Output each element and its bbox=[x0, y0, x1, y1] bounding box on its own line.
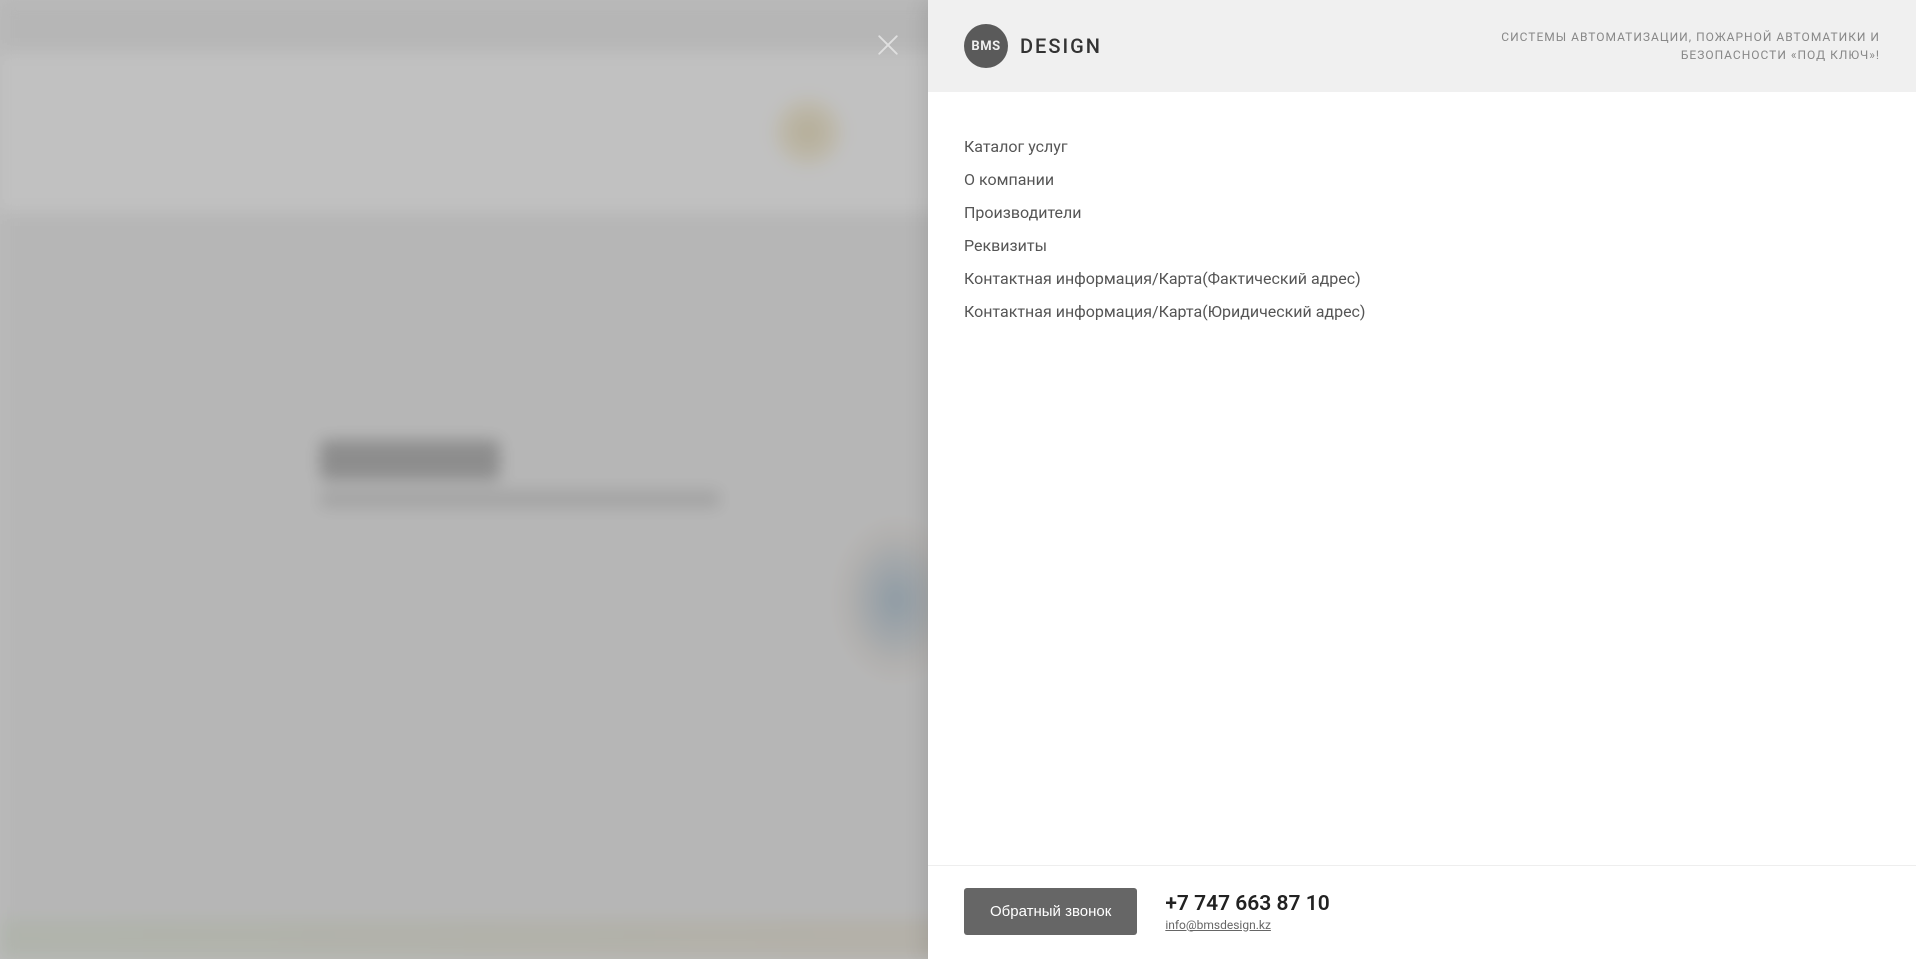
contact-block: +7 747 663 87 10 info@bmsdesign.kz bbox=[1165, 892, 1329, 932]
email-link[interactable]: info@bmsdesign.kz bbox=[1165, 918, 1329, 932]
nav-item-contact-actual[interactable]: Контактная информация/Карта(Фактический … bbox=[964, 262, 1880, 295]
panel-header: BMS DESIGN СИСТЕМЫ АВТОМАТИЗАЦИИ, ПОЖАРН… bbox=[928, 0, 1916, 92]
callback-button[interactable]: Обратный звонок bbox=[964, 888, 1137, 935]
nav-item-contact-legal[interactable]: Контактная информация/Карта(Юридический … bbox=[964, 295, 1880, 328]
panel-footer: Обратный звонок +7 747 663 87 10 info@bm… bbox=[928, 865, 1916, 959]
nav-item-catalog[interactable]: Каталог услуг bbox=[964, 130, 1880, 163]
logo-badge: BMS bbox=[964, 24, 1008, 68]
logo-text: DESIGN bbox=[1020, 34, 1102, 58]
nav-item-about[interactable]: О компании bbox=[964, 163, 1880, 196]
side-navigation-panel: BMS DESIGN СИСТЕМЫ АВТОМАТИЗАЦИИ, ПОЖАРН… bbox=[928, 0, 1916, 959]
close-icon bbox=[873, 30, 903, 60]
nav-list: Каталог услуг О компании Производители Р… bbox=[964, 130, 1880, 328]
nav-item-manufacturers[interactable]: Производители bbox=[964, 196, 1880, 229]
close-button[interactable] bbox=[870, 27, 906, 63]
panel-nav: Каталог услуг О компании Производители Р… bbox=[928, 92, 1916, 865]
header-tagline: СИСТЕМЫ АВТОМАТИЗАЦИИ, ПОЖАРНОЙ АВТОМАТИ… bbox=[1501, 28, 1880, 64]
phone-link[interactable]: +7 747 663 87 10 bbox=[1165, 892, 1329, 916]
tagline-line2: БЕЗОПАСНОСТИ «ПОД КЛЮЧ»! bbox=[1681, 48, 1880, 62]
nav-item-requisites[interactable]: Реквизиты bbox=[964, 229, 1880, 262]
tagline-line1: СИСТЕМЫ АВТОМАТИЗАЦИИ, ПОЖАРНОЙ АВТОМАТИ… bbox=[1501, 30, 1880, 44]
